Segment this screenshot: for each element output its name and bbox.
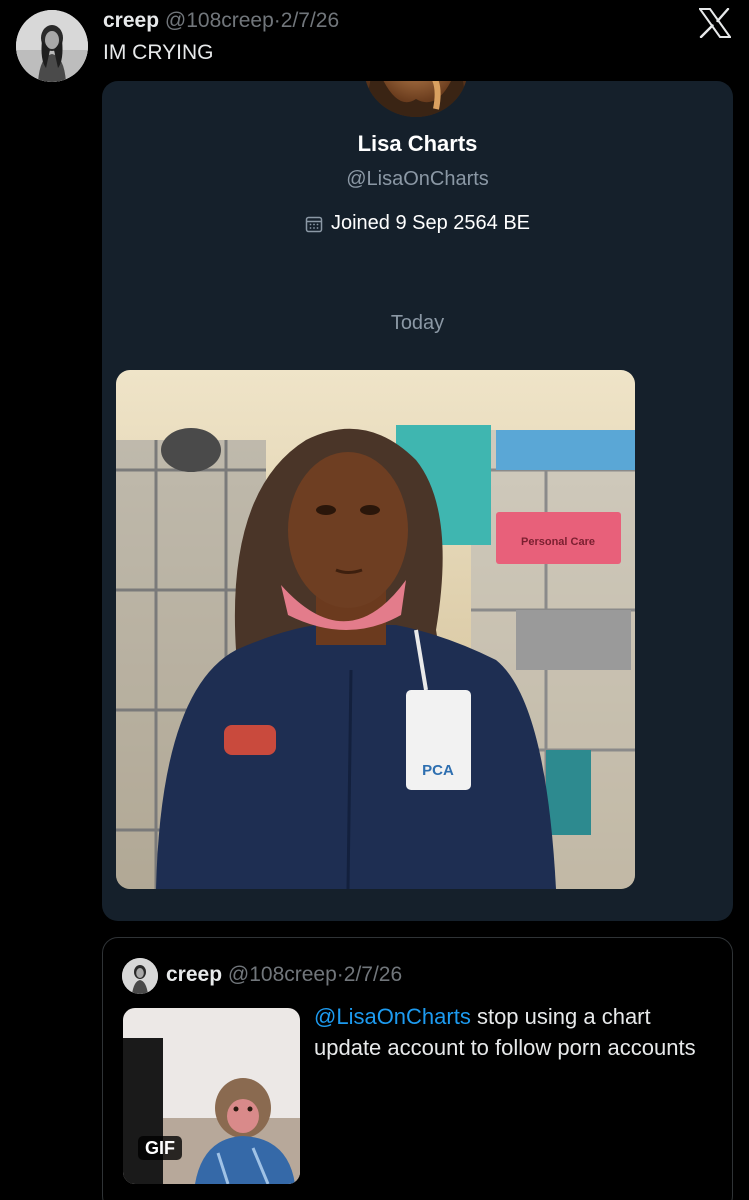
quoted-gif-media[interactable]: GIF <box>123 1008 300 1184</box>
date-divider: Today <box>390 312 445 334</box>
gif-badge: GIF <box>138 1136 182 1160</box>
tweet-screenshot: creep @108creep·2/7/26 IM CRYING Lisa Ch… <box>0 0 749 1200</box>
profile-avatar <box>364 81 468 117</box>
shared-photo[interactable]: Personal Care PCA <box>116 370 635 889</box>
profile-name: Lisa Charts <box>357 131 478 156</box>
separator-dot: · <box>273 9 281 32</box>
quoted-author-avatar[interactable] <box>122 958 158 994</box>
quoted-tweet-text: @LisaOnCharts stop using a chart update … <box>314 1001 714 1063</box>
tweet-header: creep @108creep·2/7/26 <box>103 8 339 34</box>
joined-date-text: Joined 9 Sep 2564 BE <box>330 212 531 234</box>
calendar-icon <box>305 215 323 233</box>
quoted-author-handle[interactable]: @108creep <box>228 963 337 986</box>
photo-image: Personal Care PCA <box>116 370 635 889</box>
x-logo-icon <box>698 7 732 39</box>
tweet-date[interactable]: 2/7/26 <box>281 9 339 32</box>
embedded-profile-card[interactable]: Lisa Charts @LisaOnCharts Joined 9 Sep 2… <box>102 81 733 921</box>
quoted-author-name[interactable]: creep <box>166 963 222 986</box>
author-handle[interactable]: @108creep <box>165 9 274 32</box>
personal-care-sign: Personal Care <box>521 536 595 548</box>
author-avatar[interactable] <box>16 10 88 82</box>
mention-link[interactable]: @LisaOnCharts <box>314 1004 471 1029</box>
profile-handle: @LisaOnCharts <box>346 168 489 190</box>
quoted-tweet-date[interactable]: 2/7/26 <box>344 963 402 986</box>
quoted-separator-dot: · <box>336 963 344 986</box>
pca-badge-text: PCA <box>422 762 454 779</box>
author-name[interactable]: creep <box>103 9 159 32</box>
author-avatar-image <box>16 10 88 82</box>
profile-joined: Joined 9 Sep 2564 BE <box>102 212 733 235</box>
quoted-tweet[interactable]: creep @108creep·2/7/26 GIF @LisaOnCharts… <box>102 937 733 1200</box>
tweet-text: IM CRYING <box>103 41 214 64</box>
quoted-tweet-header: creep @108creep·2/7/26 <box>166 962 402 988</box>
